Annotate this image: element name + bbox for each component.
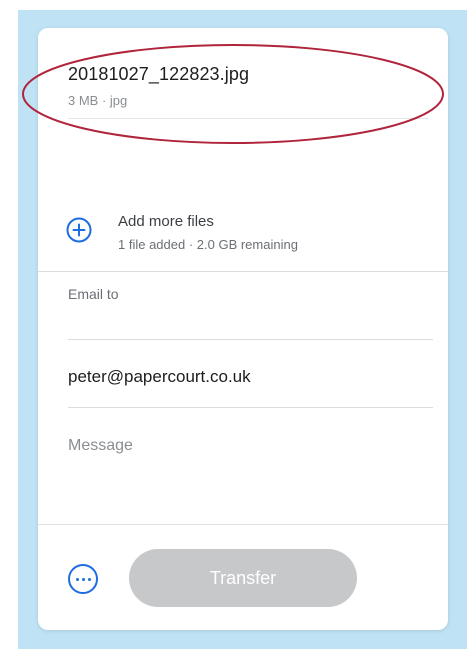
recipient-divider <box>68 407 433 408</box>
message-placeholder: Message <box>68 437 133 454</box>
add-files-text: Add more files 1 file added · 2.0 GB rem… <box>118 213 298 252</box>
email-to-divider <box>68 339 433 340</box>
file-meta: 3 MB · jpg <box>68 93 128 108</box>
recipient-email-value: peter@papercourt.co.uk <box>68 367 251 386</box>
email-to-field[interactable]: Email to <box>68 286 433 302</box>
footer-divider <box>38 524 448 525</box>
add-more-files-button[interactable]: Add more files 1 file added · 2.0 GB rem… <box>66 213 298 252</box>
file-item[interactable]: 20181027_122823.jpg 3 MB · jpg <box>68 64 428 108</box>
plus-circle-icon <box>66 217 92 243</box>
add-files-divider <box>38 271 448 272</box>
ellipsis-circle-icon <box>75 577 91 581</box>
recipient-email[interactable]: peter@papercourt.co.uk <box>68 367 433 387</box>
add-files-label: Add more files <box>118 213 214 230</box>
file-name: 20181027_122823.jpg <box>68 64 250 84</box>
add-files-status: 1 file added · 2.0 GB remaining <box>118 237 298 252</box>
more-options-button[interactable] <box>68 564 98 594</box>
email-to-label: Email to <box>68 286 119 302</box>
message-field[interactable]: Message <box>68 437 433 455</box>
transfer-panel: 20181027_122823.jpg 3 MB · jpg Add more … <box>38 28 448 630</box>
file-divider <box>68 118 428 119</box>
transfer-button[interactable]: Transfer <box>129 549 357 607</box>
